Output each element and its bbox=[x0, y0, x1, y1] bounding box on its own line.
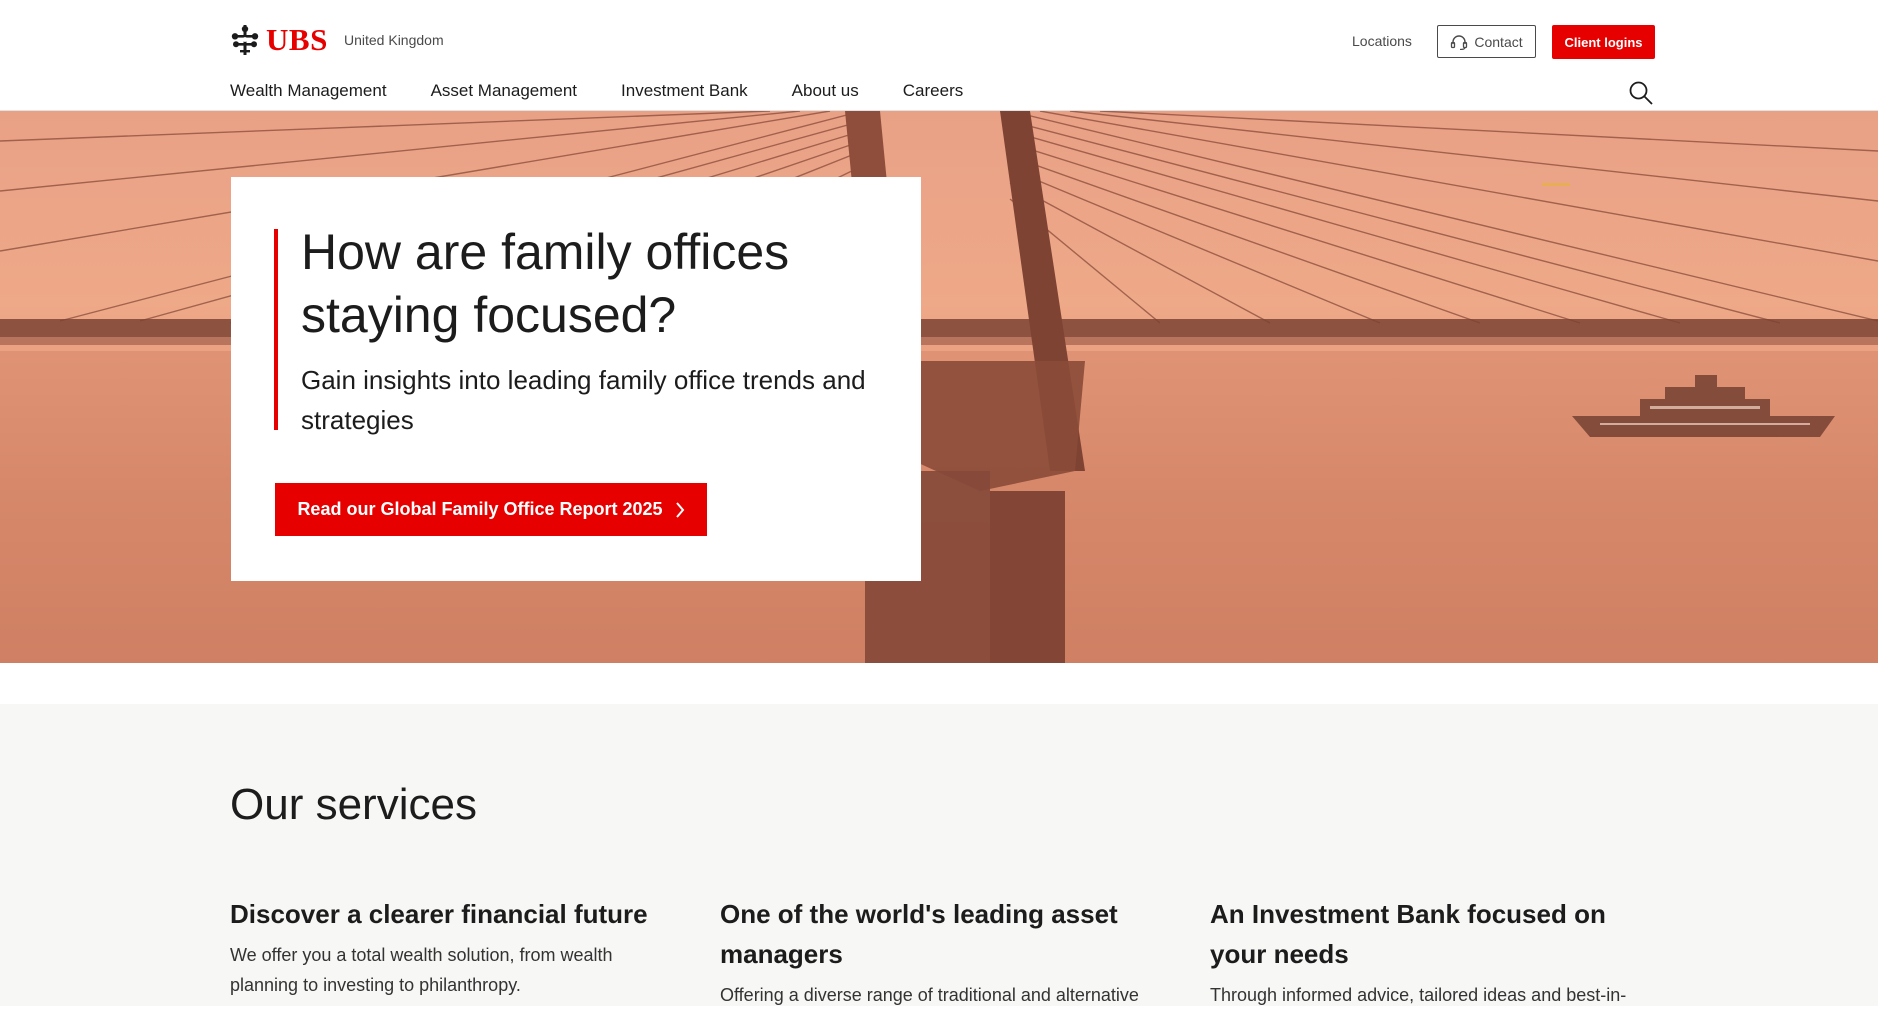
nav-item-about-us[interactable]: About us bbox=[792, 81, 859, 101]
ubs-logo[interactable]: UBS bbox=[230, 22, 328, 58]
service-card-text: We offer you a total wealth solution, fr… bbox=[230, 945, 613, 995]
chevron-right-icon bbox=[675, 501, 684, 518]
nav-item-careers[interactable]: Careers bbox=[903, 81, 963, 101]
locations-link[interactable]: Locations bbox=[1352, 33, 1412, 49]
hero-cta-label: Read our Global Family Office Report 202… bbox=[297, 499, 663, 519]
region-selector[interactable]: United Kingdom bbox=[344, 32, 444, 48]
search-icon[interactable] bbox=[1628, 80, 1654, 106]
service-card-title: One of the world's leading asset manager… bbox=[720, 899, 1118, 969]
hero-cta-button[interactable]: Read our Global Family Office Report 202… bbox=[275, 483, 707, 536]
headset-icon bbox=[1451, 34, 1468, 50]
hero-accent-bar bbox=[274, 229, 278, 430]
hero-title: How are family offices staying focused? bbox=[301, 224, 790, 343]
hero-subtitle: Gain insights into leading family office… bbox=[301, 365, 866, 435]
ubs-keys-logo-icon bbox=[231, 25, 259, 55]
hero-banner: How are family offices staying focused? … bbox=[0, 111, 1878, 663]
service-card-wealth[interactable]: Discover a clearer financial future We o… bbox=[230, 894, 670, 1000]
service-card-title: An Investment Bank focused on your needs bbox=[1210, 899, 1606, 969]
contact-button[interactable]: Contact bbox=[1437, 25, 1536, 58]
hero-card: How are family offices staying focused? … bbox=[231, 177, 921, 581]
main-nav: Wealth Management Asset Management Inves… bbox=[230, 81, 1007, 101]
nav-item-wealth-management[interactable]: Wealth Management bbox=[230, 81, 387, 101]
nav-item-investment-bank[interactable]: Investment Bank bbox=[621, 81, 748, 101]
logo-text: UBS bbox=[266, 22, 328, 57]
contact-label: Contact bbox=[1474, 33, 1523, 50]
nav-item-asset-management[interactable]: Asset Management bbox=[431, 81, 577, 101]
service-card-asset[interactable]: One of the world's leading asset manager… bbox=[720, 894, 1160, 1010]
services-title: Our services bbox=[230, 780, 477, 829]
service-card-ib[interactable]: An Investment Bank focused on your needs… bbox=[1210, 894, 1650, 1010]
site-header: UBS United Kingdom Locations Contact Cli… bbox=[0, 0, 1878, 111]
service-card-title: Discover a clearer financial future bbox=[230, 899, 648, 929]
client-logins-button[interactable]: Client logins bbox=[1552, 25, 1655, 59]
services-section: Our services Discover a clearer financia… bbox=[0, 704, 1878, 1006]
